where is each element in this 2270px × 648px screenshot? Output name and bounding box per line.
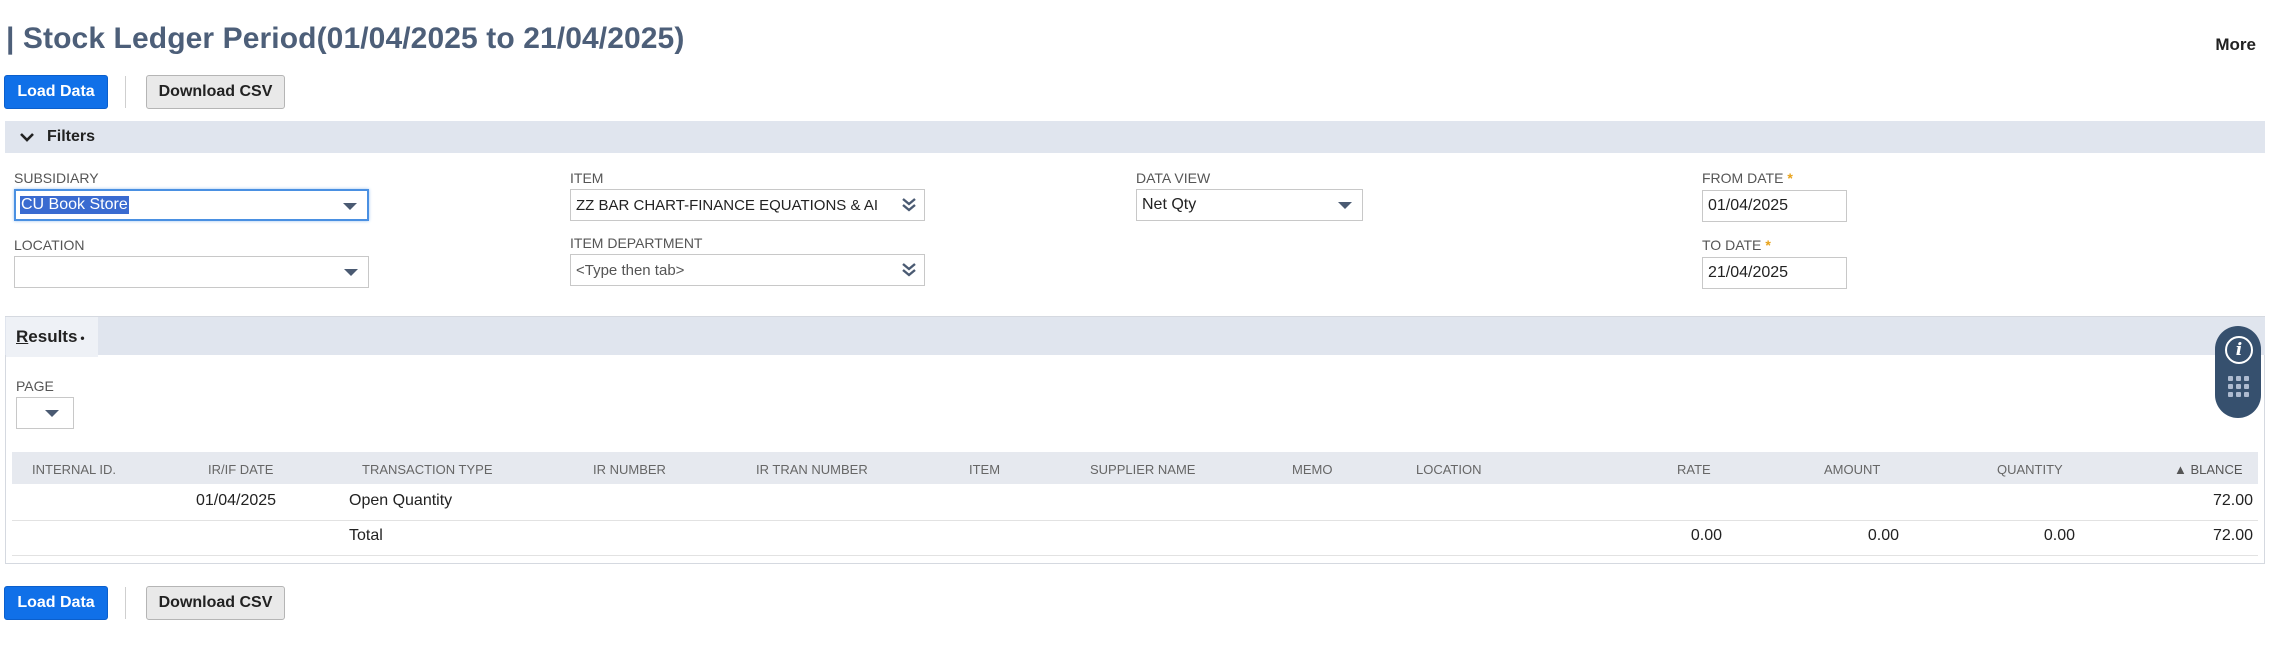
help-widget[interactable]: i: [2215, 326, 2261, 418]
to-date-label-text: TO DATE: [1702, 237, 1762, 253]
grid-dots-icon[interactable]: [2228, 376, 2250, 398]
dropdown-arrow-icon: [1338, 202, 1352, 209]
toolbar-divider: [125, 76, 126, 108]
dropdown-arrow-icon: [344, 269, 358, 276]
item-department-input[interactable]: <Type then tab>: [570, 254, 925, 286]
from-date-label-text: FROM DATE: [1702, 170, 1784, 186]
from-date-input[interactable]: 01/04/2025: [1702, 190, 1847, 222]
data-view-value: Net Qty: [1142, 196, 1197, 213]
results-tab-accesskey: R: [16, 327, 29, 346]
col-balance-sorted[interactable]: ▲ BLANCE: [2174, 462, 2243, 477]
subsidiary-label: SUBSIDIARY: [14, 170, 99, 186]
item-value: ZZ BAR CHART-FINANCE EQUATIONS & AI: [576, 196, 878, 214]
from-date-label: FROM DATE *: [1702, 170, 1793, 186]
required-marker: *: [1787, 170, 1793, 186]
results-tab-text: esults: [28, 327, 78, 346]
chevron-down-icon: [20, 133, 34, 142]
total-row-balance: 72.00: [2212, 527, 2253, 544]
to-date-value: 21/04/2025: [1708, 264, 1789, 281]
results-tab-marker: •: [80, 331, 85, 345]
from-date-value: 01/04/2025: [1708, 197, 1789, 214]
total-row-rate: 0.00: [1690, 527, 1722, 544]
location-label: LOCATION: [14, 237, 85, 253]
col-supplier-name[interactable]: SUPPLIER NAME: [1090, 462, 1195, 477]
item-department-label: ITEM DEPARTMENT: [570, 235, 703, 251]
item-department-placeholder: <Type then tab>: [576, 261, 685, 279]
load-data-button-bottom[interactable]: Load Data: [4, 586, 108, 620]
required-marker: *: [1765, 237, 1771, 253]
location-select[interactable]: [14, 256, 369, 288]
double-chevron-down-icon: [902, 198, 916, 212]
to-date-input[interactable]: 21/04/2025: [1702, 257, 1847, 289]
more-button[interactable]: More: [2215, 35, 2256, 55]
col-item[interactable]: ITEM: [969, 462, 1000, 477]
download-csv-button-bottom[interactable]: Download CSV: [146, 586, 285, 620]
col-amount[interactable]: AMOUNT: [1824, 462, 1880, 477]
col-quantity[interactable]: QUANTITY: [1997, 462, 2063, 477]
page-title: | Stock Ledger Period(01/04/2025 to 21/0…: [6, 22, 685, 55]
dropdown-arrow-icon: [45, 410, 59, 417]
double-chevron-down-icon: [902, 263, 916, 277]
page-select[interactable]: [16, 397, 74, 429]
row-divider: [12, 520, 2258, 521]
col-ir-number[interactable]: IR NUMBER: [593, 462, 666, 477]
load-data-button[interactable]: Load Data: [4, 75, 108, 109]
row-1-date: 01/04/2025: [196, 492, 277, 509]
col-ir-if-date[interactable]: IR/IF DATE: [208, 462, 273, 477]
filters-label: Filters: [47, 128, 96, 145]
filters-section-header[interactable]: Filters: [5, 121, 2265, 153]
data-view-label: DATA VIEW: [1136, 170, 1211, 186]
dropdown-arrow-icon: [343, 203, 357, 210]
subsidiary-value: CU Book Store: [20, 196, 129, 214]
info-icon[interactable]: i: [2225, 336, 2253, 364]
subsidiary-select[interactable]: CU Book Store: [14, 189, 369, 221]
total-row-label: Total: [349, 527, 383, 544]
download-csv-button[interactable]: Download CSV: [146, 75, 285, 109]
total-row-amount: 0.00: [1867, 527, 1899, 544]
col-transaction-type[interactable]: TRANSACTION TYPE: [362, 462, 493, 477]
page-label: PAGE: [16, 378, 54, 394]
results-section-header: [5, 317, 2265, 355]
item-select[interactable]: ZZ BAR CHART-FINANCE EQUATIONS & AI: [570, 189, 925, 221]
results-tab-label[interactable]: Results •: [16, 327, 85, 347]
col-memo[interactable]: MEMO: [1292, 462, 1332, 477]
col-location[interactable]: LOCATION: [1416, 462, 1482, 477]
to-date-label: TO DATE *: [1702, 237, 1771, 253]
toolbar-divider: [125, 587, 126, 619]
row-divider: [12, 555, 2258, 556]
row-1-balance: 72.00: [2212, 492, 2253, 509]
total-row-quantity: 0.00: [2043, 527, 2075, 544]
row-1-transaction-type: Open Quantity: [349, 492, 453, 509]
item-label: ITEM: [570, 170, 604, 186]
col-ir-tran-number[interactable]: IR TRAN NUMBER: [756, 462, 868, 477]
col-rate[interactable]: RATE: [1677, 462, 1711, 477]
col-internal-id[interactable]: INTERNAL ID.: [32, 462, 116, 477]
data-view-select[interactable]: Net Qty: [1136, 189, 1363, 221]
